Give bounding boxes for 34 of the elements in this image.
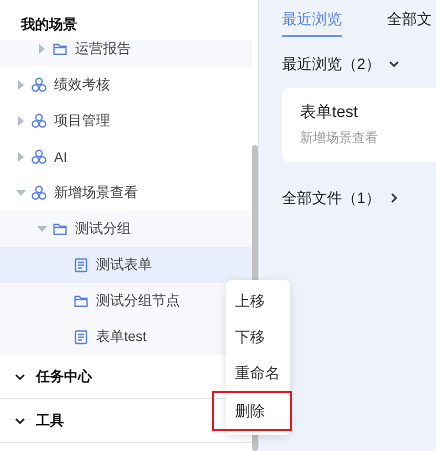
tree-item[interactable]: 测试分组节点 — [56, 291, 180, 311]
section-header[interactable]: 工具 — [14, 410, 64, 430]
tree-item[interactable]: 项目管理 — [14, 111, 110, 131]
expand-arrow-icon[interactable] — [37, 44, 47, 54]
cluster-icon — [31, 185, 47, 201]
folder-icon — [52, 221, 68, 237]
tree-item[interactable]: AI — [14, 147, 68, 167]
tree-item[interactable]: 绩效考核 — [14, 75, 110, 95]
card-title: 表单test — [300, 102, 359, 123]
expand-arrow-icon[interactable] — [16, 188, 26, 198]
expand-arrow-icon[interactable] — [16, 152, 26, 162]
expand-arrow-icon[interactable] — [16, 116, 26, 126]
sidebar-title: 我的场景 — [21, 16, 77, 34]
cluster-icon — [31, 113, 47, 129]
section-heading: 最近浏览（2） — [282, 54, 380, 74]
menu-item[interactable]: 重命名 — [226, 355, 290, 391]
menu-item[interactable]: 下移 — [226, 319, 290, 355]
expand-arrow-icon[interactable] — [16, 80, 26, 90]
tree-item[interactable]: 新增场景查看 — [14, 183, 138, 203]
cluster-icon — [31, 77, 47, 93]
tab[interactable]: 全部文 — [387, 10, 432, 37]
document-icon — [73, 257, 89, 273]
menu-item[interactable]: 上移 — [226, 283, 290, 319]
section-heading: 全部文件（1） — [282, 188, 380, 208]
folder-icon — [52, 41, 68, 57]
section-header[interactable]: 任务中心 — [14, 366, 92, 386]
tree-item[interactable]: 表单test — [56, 327, 147, 347]
cluster-icon — [31, 149, 47, 165]
expand-arrow-icon[interactable] — [37, 224, 47, 234]
menu-item[interactable]: 删除 — [212, 391, 292, 431]
card-subtitle: 新增场景查看 — [300, 129, 379, 147]
recent-card[interactable]: 表单test 新增场景查看 — [282, 88, 436, 162]
folder-icon — [73, 293, 89, 309]
document-icon — [73, 329, 89, 345]
